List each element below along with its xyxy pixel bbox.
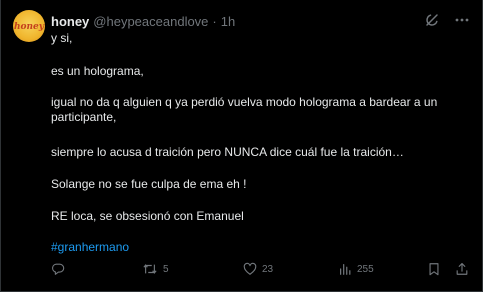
post-line: igual no da q alguien q ya perdió vuelva… xyxy=(51,95,438,124)
repost-button[interactable]: 5 xyxy=(142,262,169,276)
header-actions xyxy=(424,12,470,28)
share-icon xyxy=(456,263,468,275)
views-icon xyxy=(340,264,351,275)
repost-icon xyxy=(143,264,157,274)
grok-icon[interactable] xyxy=(424,12,440,28)
repost-count: 5 xyxy=(163,263,169,275)
like-count: 23 xyxy=(262,263,274,275)
like-button[interactable]: 23 xyxy=(243,262,273,276)
avatar[interactable]: honey xyxy=(13,10,45,42)
post-line: es un holograma, xyxy=(51,64,144,78)
post-header: honey @heypeaceandlove · 1h xyxy=(51,12,235,30)
post-line: RE loca, se obsesionó con Emanuel xyxy=(51,209,244,223)
post-line: siempre lo acusa d traición pero NUNCA d… xyxy=(51,145,404,159)
bookmark-icon xyxy=(429,263,439,276)
like-icon xyxy=(243,262,257,275)
reply-button[interactable] xyxy=(51,262,70,276)
post-line: y si, xyxy=(51,31,73,45)
post-line: Solange no se fue culpa de ema eh ! xyxy=(51,177,247,191)
header-separator: · xyxy=(212,13,217,29)
author-name[interactable]: honey xyxy=(51,14,89,29)
post-card[interactable]: honey honey @heypeaceandlove · 1h y si, … xyxy=(0,0,483,292)
post-actions: 5 23 255 xyxy=(51,262,471,280)
avatar-logo-icon: honey xyxy=(14,22,45,32)
views-count: 255 xyxy=(357,263,374,275)
author-handle[interactable]: @heypeaceandlove xyxy=(93,14,208,29)
more-options-icon[interactable] xyxy=(454,12,470,28)
bookmark-button[interactable] xyxy=(427,262,441,276)
post-time[interactable]: 1h xyxy=(221,14,235,29)
share-button[interactable] xyxy=(455,262,469,276)
hashtag-link[interactable]: #granhermano xyxy=(51,240,129,255)
views-button[interactable]: 255 xyxy=(338,262,374,276)
reply-icon xyxy=(52,263,65,275)
avatar-logo-text: honey xyxy=(14,22,45,32)
